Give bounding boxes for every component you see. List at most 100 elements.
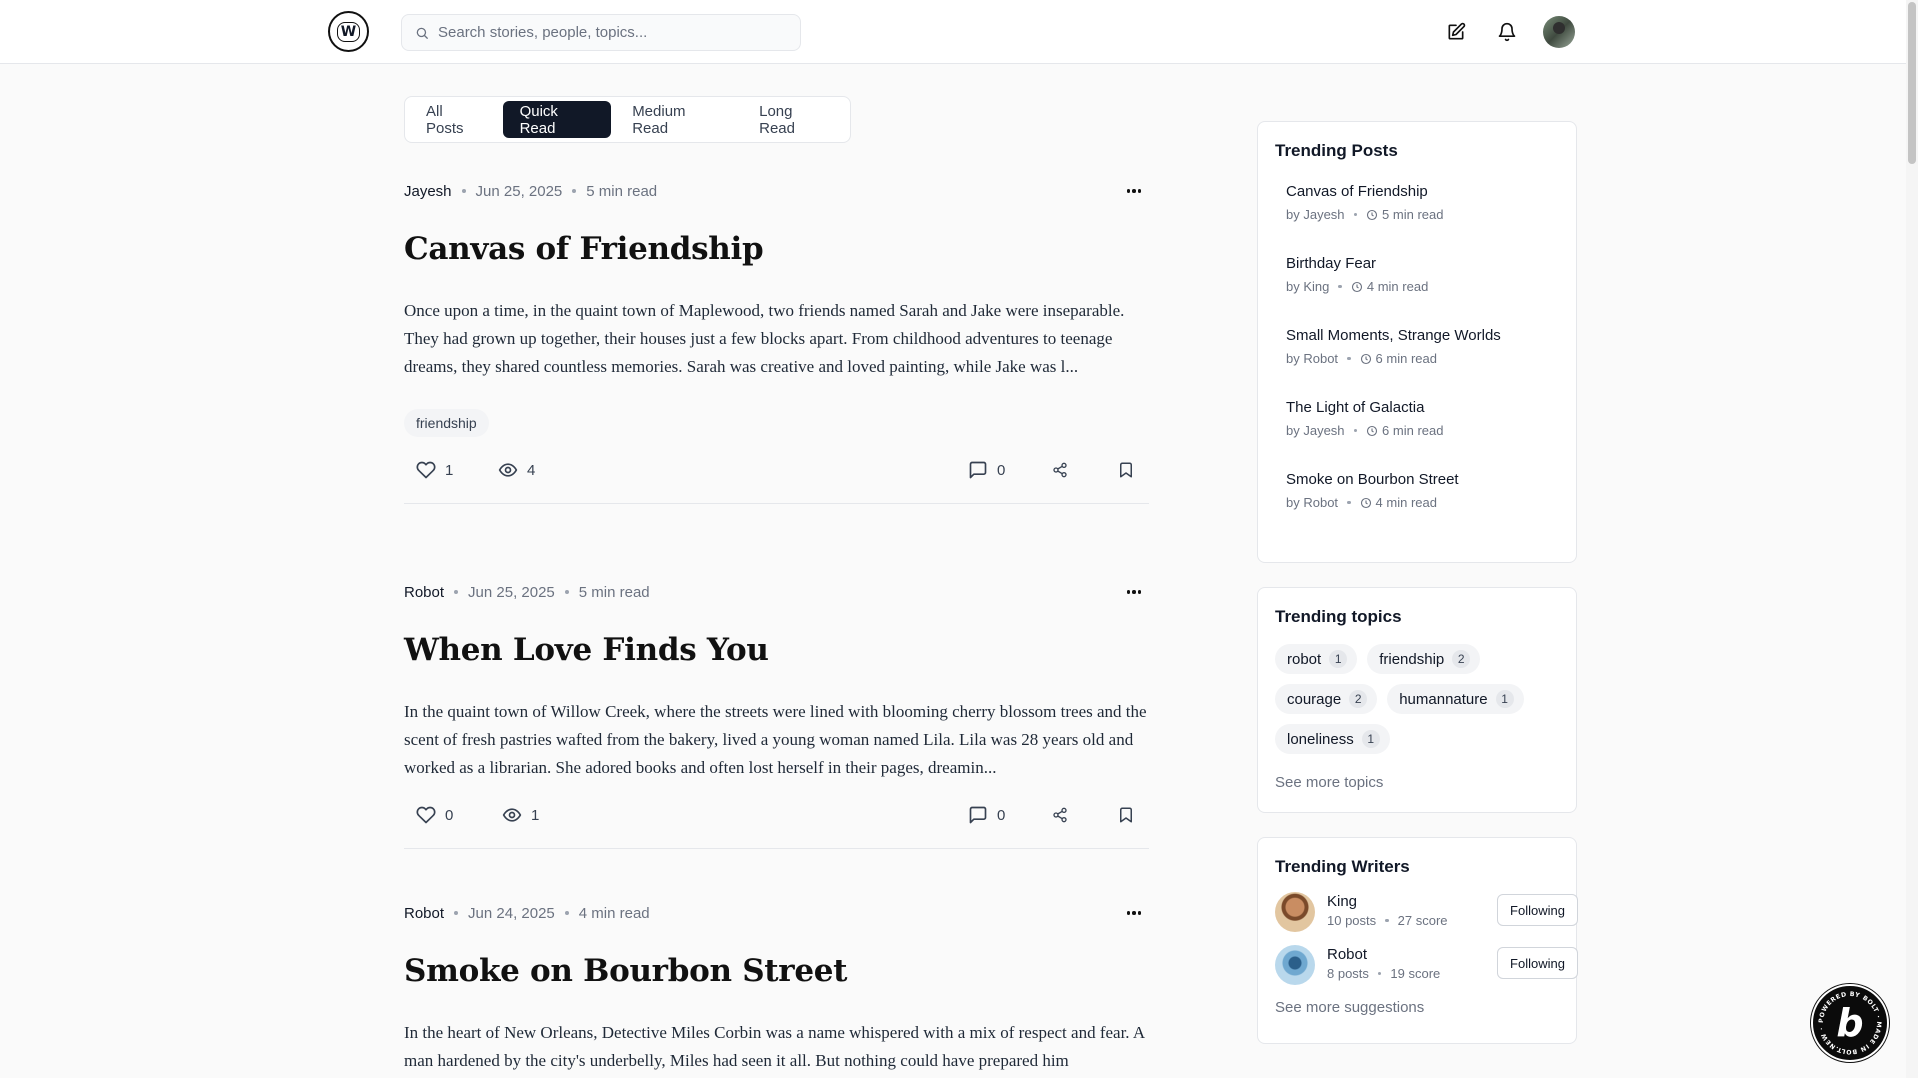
views-stat: 4 xyxy=(498,455,535,485)
trending-post-item[interactable]: The Light of Galactia by Jayesh 6 min read xyxy=(1286,399,1576,438)
trending-post-meta: by King 4 min read xyxy=(1286,279,1576,294)
tab-quick-read[interactable]: Quick Read xyxy=(502,101,612,138)
trending-post-title[interactable]: Small Moments, Strange Worlds xyxy=(1286,327,1576,344)
logo[interactable]: W xyxy=(328,11,369,52)
post-excerpt[interactable]: In the quaint town of Willow Creek, wher… xyxy=(404,698,1149,782)
search-box[interactable] xyxy=(401,14,801,51)
separator-dot xyxy=(454,590,459,594)
comment-icon xyxy=(969,461,987,479)
post-author[interactable]: Robot xyxy=(404,905,444,922)
like-button[interactable]: 1 xyxy=(416,455,453,485)
separator-dot xyxy=(1385,918,1389,923)
writer-avatar[interactable] xyxy=(1275,945,1315,985)
post-author[interactable]: Jayesh xyxy=(404,183,452,200)
following-button[interactable]: Following xyxy=(1497,894,1578,926)
comment-button[interactable]: 0 xyxy=(968,455,1005,485)
separator-dot xyxy=(1353,428,1358,433)
write-icon[interactable] xyxy=(1442,18,1470,46)
following-button[interactable]: Following xyxy=(1497,947,1578,979)
bookmark-icon[interactable] xyxy=(1117,455,1135,485)
user-avatar[interactable] xyxy=(1543,16,1575,48)
share-icon[interactable] xyxy=(1052,800,1068,830)
share-icon[interactable] xyxy=(1052,455,1068,485)
trending-post-author: by Jayesh xyxy=(1286,207,1345,222)
bolt-badge[interactable]: POWERED BY BOLT · MADE IN BOLT.NEW · b xyxy=(1811,984,1889,1062)
read-length-tabs: All Posts Quick Read Medium Read Long Re… xyxy=(404,96,851,143)
post-tag[interactable]: friendship xyxy=(404,409,489,437)
post-actions: 1 4 0 xyxy=(404,455,1149,485)
tab-all-posts[interactable]: All Posts xyxy=(409,101,499,138)
post-card: Jayesh Jun 25, 2025 5 min read Canvas of… xyxy=(404,181,1149,504)
trending-posts-card: Trending Posts Canvas of Friendship by Ja… xyxy=(1257,121,1577,563)
writer-name[interactable]: Robot xyxy=(1327,946,1367,963)
topic-chip[interactable]: robot 1 xyxy=(1275,644,1358,674)
topic-chip[interactable]: courage 2 xyxy=(1275,684,1378,714)
separator-dot xyxy=(1338,284,1342,289)
trending-post-author: by King xyxy=(1286,279,1330,294)
tab-long-read[interactable]: Long Read xyxy=(742,101,846,138)
like-count: 1 xyxy=(445,461,454,479)
trending-post-author: by Robot xyxy=(1286,495,1339,510)
see-more-topics-link[interactable]: See more topics xyxy=(1275,774,1576,791)
writer-avatar[interactable] xyxy=(1275,892,1315,932)
trending-post-read-time: 6 min read xyxy=(1382,423,1444,438)
trending-post-item[interactable]: Small Moments, Strange Worlds by Robot 6 m… xyxy=(1286,327,1576,366)
topic-chip[interactable]: friendship 2 xyxy=(1367,644,1481,674)
search-icon xyxy=(416,27,428,39)
post-divider xyxy=(404,503,1149,504)
separator-dot xyxy=(572,189,577,193)
writer-score: 27 score xyxy=(1397,913,1448,928)
topic-chip[interactable]: loneliness 1 xyxy=(1275,724,1390,754)
eye-icon xyxy=(502,808,522,822)
trending-post-meta: by Robot 6 min read xyxy=(1286,351,1576,366)
writer-name[interactable]: King xyxy=(1327,893,1357,910)
post-card: Robot Jun 25, 2025 5 min read When Love … xyxy=(404,582,1149,849)
trending-post-title[interactable]: The Light of Galactia xyxy=(1286,399,1576,416)
trending-topics-card: Trending topics robot 1 friendship 2 courage… xyxy=(1257,587,1577,813)
post-read-time: 4 min read xyxy=(578,904,650,922)
trending-post-title[interactable]: Birthday Fear xyxy=(1286,255,1576,272)
topic-name: courage xyxy=(1287,690,1342,708)
post-title[interactable]: Smoke on Bourbon Street xyxy=(404,953,1149,989)
post-excerpt[interactable]: Once upon a time, in the quaint town of … xyxy=(404,297,1149,381)
comment-icon xyxy=(969,806,987,824)
separator-dot xyxy=(1377,971,1382,976)
clock-icon xyxy=(1360,497,1371,508)
trending-post-title[interactable]: Smoke on Bourbon Street xyxy=(1286,471,1576,488)
post-excerpt[interactable]: In the heart of New Orleans, Detective M… xyxy=(404,1019,1149,1075)
post-read-time: 5 min read xyxy=(578,583,650,601)
like-count: 0 xyxy=(445,806,454,824)
more-options-icon[interactable] xyxy=(1119,582,1149,602)
trending-post-item[interactable]: Canvas of Friendship by Jayesh 5 min read xyxy=(1286,183,1576,222)
topic-chips: robot 1 friendship 2 courage 2 humannature 1 lon… xyxy=(1275,644,1565,754)
bookmark-icon[interactable] xyxy=(1117,800,1135,830)
comment-button[interactable]: 0 xyxy=(968,800,1005,830)
more-options-icon[interactable] xyxy=(1119,181,1149,201)
trending-post-item[interactable]: Birthday Fear by King 4 min read xyxy=(1286,255,1576,294)
trending-post-read-time: 4 min read xyxy=(1366,279,1429,294)
bell-icon[interactable] xyxy=(1493,18,1521,46)
writers-list: King 10 posts 27 score Following Robot 8 … xyxy=(1258,892,1578,991)
trending-post-item[interactable]: Smoke on Bourbon Street by Robot 4 min rea… xyxy=(1286,471,1576,510)
writer-posts: 10 posts xyxy=(1327,913,1377,928)
separator-dot xyxy=(564,911,569,915)
trending-post-title[interactable]: Canvas of Friendship xyxy=(1286,183,1576,200)
like-button[interactable]: 0 xyxy=(416,800,453,830)
more-options-icon[interactable] xyxy=(1119,903,1149,923)
scrollbar-thumb[interactable] xyxy=(1908,2,1916,164)
see-more-suggestions-link[interactable]: See more suggestions xyxy=(1275,999,1576,1016)
tab-medium-read[interactable]: Medium Read xyxy=(615,101,738,138)
badge-ring-text: POWERED BY BOLT · MADE IN BOLT.NEW · xyxy=(1818,991,1882,1055)
trending-post-meta: by Jayesh 5 min read xyxy=(1286,207,1576,222)
trending-posts-list: Canvas of Friendship by Jayesh 5 min read B… xyxy=(1258,183,1576,510)
search-input[interactable] xyxy=(438,15,788,50)
post-title[interactable]: When Love Finds You xyxy=(404,632,1149,668)
topic-chip[interactable]: humannature 1 xyxy=(1387,684,1524,714)
writer-score: 19 score xyxy=(1390,966,1441,981)
post-date: Jun 25, 2025 xyxy=(475,182,563,200)
page-scrollbar[interactable] xyxy=(1906,0,1918,1078)
clock-icon xyxy=(1366,209,1378,220)
post-title[interactable]: Canvas of Friendship xyxy=(404,231,1149,267)
view-count: 4 xyxy=(527,461,536,479)
post-author[interactable]: Robot xyxy=(404,584,444,601)
